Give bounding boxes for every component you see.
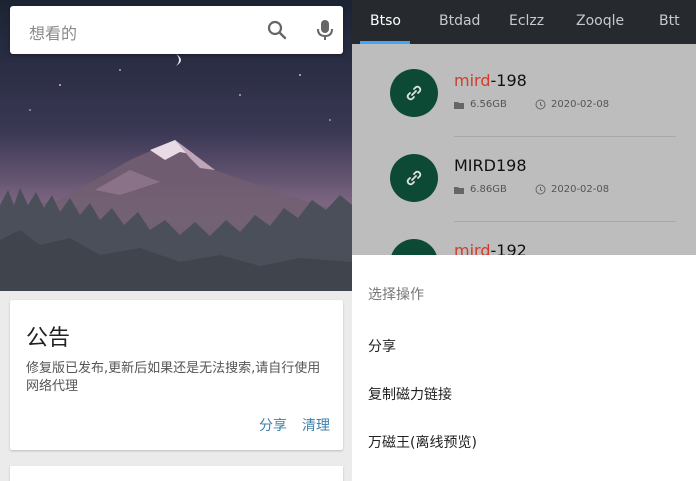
tab-btdad[interactable]: Btdad (439, 13, 480, 29)
share-button[interactable]: 分享 (259, 415, 287, 435)
next-card (10, 466, 343, 481)
tab-btso[interactable]: Btso (370, 13, 401, 29)
magnet-link-icon (390, 69, 438, 117)
action-offline-preview[interactable]: 万磁王(离线预览) (368, 432, 477, 452)
action-sheet: 选择操作 分享 复制磁力链接 万磁王(离线预览) (352, 255, 696, 481)
announcement-title: 公告 (26, 326, 71, 351)
announcement-card: 公告 修复版已发布,更新后如果还是无法搜索,请自行使用网络代理 分享 清理 (10, 300, 343, 450)
search-bar[interactable]: 想看的 (10, 6, 343, 54)
result-name: MIRD198 (454, 156, 527, 175)
active-tab-indicator (360, 41, 410, 44)
tab-zooqle[interactable]: Zooqle (576, 13, 624, 29)
search-icon[interactable] (266, 19, 288, 41)
clock-icon (535, 99, 546, 110)
result-size: 6.56GB (470, 99, 507, 110)
result-row[interactable]: MIRD198 6.86GB 2020-02-08 (352, 138, 696, 223)
action-share[interactable]: 分享 (368, 336, 396, 356)
search-placeholder[interactable]: 想看的 (29, 20, 77, 44)
result-date: 2020-02-08 (551, 184, 610, 195)
row-divider (454, 136, 676, 137)
action-sheet-title: 选择操作 (368, 287, 424, 303)
result-name-match: mird (454, 71, 491, 90)
folder-icon (454, 102, 464, 109)
row-divider (454, 221, 676, 222)
tab-eclzz[interactable]: Eclzz (509, 13, 544, 29)
announcement-body: 修复版已发布,更新后如果还是无法搜索,请自行使用网络代理 (26, 361, 321, 394)
clock-icon (535, 184, 546, 195)
left-screen: 想看的 公告 修复版已发布,更新后如果还是无法搜索,请自行使用网络代理 分享 清… (0, 0, 352, 481)
folder-icon (454, 187, 464, 194)
result-row[interactable]: mird-198 6.56GB 2020-02-08 (352, 53, 696, 138)
magnet-link-icon (390, 154, 438, 202)
action-copy-magnet-link[interactable]: 复制磁力链接 (368, 384, 452, 404)
result-size: 6.86GB (470, 184, 507, 195)
tab-btt[interactable]: Btt (659, 13, 680, 29)
result-name-rest: -198 (490, 71, 527, 90)
right-screen: Btso Btdad Eclzz Zooqle Btt mird-198 6.5… (352, 0, 696, 481)
result-name: mird-198 (454, 71, 527, 90)
mic-icon[interactable] (314, 18, 336, 42)
result-name-rest: MIRD198 (454, 156, 527, 175)
result-date: 2020-02-08 (551, 99, 610, 110)
site-tabs: Btso Btdad Eclzz Zooqle Btt (352, 0, 696, 44)
clear-button[interactable]: 清理 (302, 415, 330, 435)
